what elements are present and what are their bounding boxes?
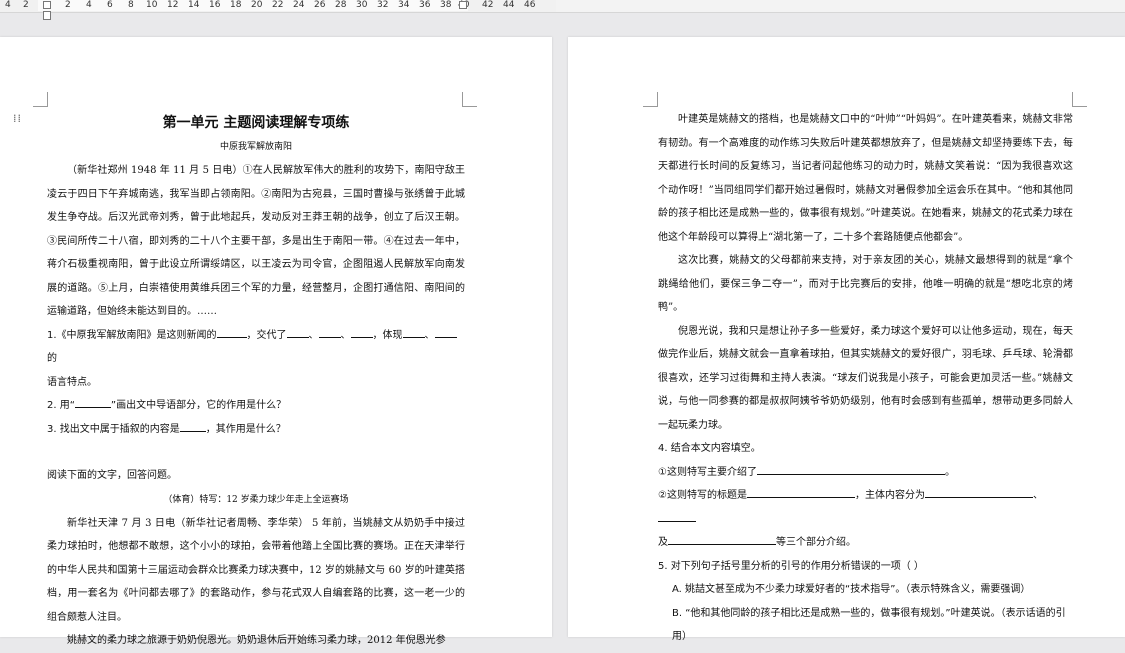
q1-text: ，体现 [372,329,403,341]
ruler-label: 26 [314,0,326,10]
ruler-label: 4 [5,0,11,10]
answer-blank[interactable] [286,325,309,338]
article-paragraph: 这次比赛，姚赫文的父母都前来支持，对于亲友团的关心，姚赫文最想得到的就是“拿个跳… [658,255,1073,313]
ruler-label: 2 [65,0,71,10]
ruler-label: 34 [398,0,410,10]
ruler-label: 18 [230,0,242,10]
choice-a: A. 姚喆文甚至成为不少柔力球爱好者的“技术指导”。（表示特殊含义，需要强调） [672,584,1031,595]
choice-b: B. “他和其他同龄的孩子相比还是成熟一些的，做事很有规划。”叶建英说。（表示话… [672,607,1066,643]
article-paragraph: 新华社天津 7 月 3 日电（新华社记者周畅、李华荣） 5 年前，当姚赫文从奶奶… [47,517,465,623]
article-paragraph: 姚赫文的柔力球之旅源于奶奶倪恩光。奶奶退休后开始练习柔力球，2012 年倪恩光参 [67,635,446,646]
ruler-label: 28 [335,0,347,10]
margin-corner-mark [643,92,658,107]
ruler-label: 16 [209,0,221,10]
answer-blank[interactable] [350,325,373,338]
q3-text: 3. 找出文中属于插叙的内容是 [47,423,180,435]
ruler-label: 22 [272,0,284,10]
q4-text: ，主体内容分为 [854,490,925,501]
answer-blank[interactable] [179,419,206,432]
news-paragraph: （新华社郑州 1948 年 11 月 5 日电）①在人民解放军伟大的胜利的攻势下… [47,165,465,317]
answer-blank[interactable] [216,325,247,338]
margin-corner-mark [1072,92,1087,107]
ruler-label: 46 [524,0,536,10]
q4-text: ①这则特写主要介绍了 [658,466,757,478]
ruler-label: 36 [419,0,431,10]
question-3: 3. 找出文中属于插叙的内容是 ，其作用是什么？ [47,418,465,442]
answer-blank[interactable] [746,485,855,498]
article-paragraph: 叶建英是姚赫文的搭档，也是姚赫文口中的“叶帅”“叶妈妈”。在叶建英看来，姚赫文非… [658,114,1073,243]
q2-text: 2. 用“ [47,400,75,411]
q4-text: 等三个部分介绍。 [776,537,856,548]
ruler-label: 12 [167,0,179,10]
q3-text: ，其作用是什么？ [205,423,286,435]
reading-instruction: 阅读下面的文字，回答问题。 [47,470,177,481]
ruler-label: 20 [251,0,263,10]
question-4-item-1: ①这则特写主要介绍了 。 [658,461,1073,485]
first-line-indent-handle[interactable] [43,1,51,9]
document-title: 第一单元 主题阅读理解专项练 [162,115,350,131]
question-1: 1.《中原我军解放南阳》是这则新闻的 ，交代了 、 、 ，体现 、的 [47,324,465,371]
q4-text: 及 [658,537,668,548]
ruler-label: 24 [293,0,305,10]
q2-text: ”画出文中导语部分，它的作用是什么？ [110,400,287,411]
ruler-label: 6 [107,0,113,10]
left-indent-handle[interactable] [43,11,51,20]
ruler-label: 42 [482,0,494,10]
q4-text: 、 [1032,490,1043,501]
q1-sep: 、 [308,329,319,341]
ruler-label: 4 [86,0,92,10]
answer-blank[interactable] [668,532,776,545]
ruler-label: 2 [23,0,29,10]
q1-sep: 、 [340,329,351,341]
question-5: 5. 对下列句子括号里分析的引号的作用分析错误的一项（ ） [658,560,924,572]
article-title: （体育）特写：12 岁柔力球少年走上全运赛场 [163,494,349,505]
question-2: 2. 用“ ”画出文中导语部分，它的作用是什么？ [47,394,465,418]
left-page-content: 第一单元 主题阅读理解专项练 中原我军解放南阳 （新华社郑州 1948 年 11… [47,75,465,653]
question-4-item-2: ②这则特写的标题是 ，主体内容分为 、 [658,484,1073,531]
answer-blank[interactable] [434,325,457,338]
ruler-label: 8 [128,0,134,10]
answer-blank[interactable] [318,325,341,338]
q4-text: ②这则特写的标题是 [658,490,747,501]
answer-blank[interactable] [924,485,1033,498]
ruler-label: 14 [188,0,200,10]
q1-sep: 、 [424,329,435,341]
question-4: 4. 结合本文内容填空。 [658,443,761,454]
question-1-cont: 语言特点。 [47,376,97,388]
answer-blank[interactable] [658,509,696,522]
drag-handle-icon[interactable]: ⁞⁞ [13,113,22,130]
ruler-label: 32 [377,0,389,10]
ruler-label: 10 [146,0,158,10]
ruler-extension [556,0,1125,12]
article-paragraph: 倪恩光说，我和只是想让孙子多一些爱好，柔力球这个爱好可以让他多运动，现在，每天做… [658,325,1073,431]
news-title: 中原我军解放南阳 [219,142,292,152]
ruler-label: 38 [440,0,452,10]
right-indent-handle[interactable] [459,1,467,9]
ruler-label: 44 [503,0,515,10]
answer-blank[interactable] [74,395,111,408]
margin-corner-mark [33,92,48,107]
ruler-label: 30 [356,0,368,10]
question-4-item-3: 及 等三个部分介绍。 [658,531,1073,555]
q1-text: ，交代了 [246,329,287,341]
answer-blank[interactable] [756,462,945,475]
q1-text: 的 [47,353,57,364]
right-page-content: 叶建英是姚赫文的搭档，也是姚赫文口中的“叶帅”“叶妈妈”。在叶建英看来，姚赫文非… [658,108,1073,649]
q4-text: 。 [944,466,955,478]
answer-blank[interactable] [402,325,425,338]
q1-text: 1.《中原我军解放南阳》是这则新闻的 [47,329,217,341]
